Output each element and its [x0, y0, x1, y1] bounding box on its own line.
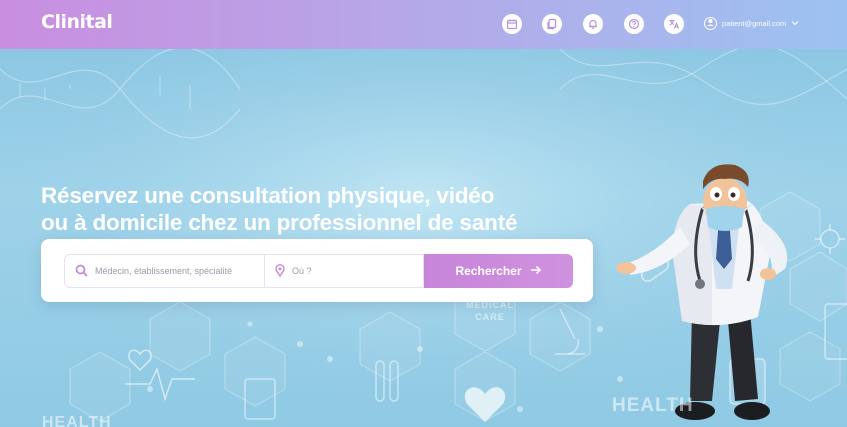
user-email: patient@gmail.com — [722, 18, 787, 28]
user-menu[interactable]: patient@gmail.com — [704, 15, 799, 31]
headline-line-1: Réservez une consultation physique, vidé… — [41, 183, 495, 208]
search-icon — [75, 264, 88, 279]
arrow-right-icon — [530, 264, 542, 278]
hero-headline: Réservez une consultation physique, vidé… — [41, 182, 621, 236]
hero-background: MEDICAL CARE HEALTH HEALTH — [0, 49, 847, 427]
translate-icon[interactable] — [664, 14, 684, 34]
chevron-down-icon — [791, 19, 799, 28]
top-navbar: Clinital patient@gmail.com — [0, 0, 847, 49]
health-decoration-right: HEALTH — [612, 395, 694, 416]
documents-icon[interactable] — [542, 14, 562, 34]
calendar-icon[interactable] — [502, 14, 522, 34]
avatar — [704, 16, 717, 30]
brand-logo[interactable]: Clinital — [41, 11, 113, 33]
search-card: Médecin, établissement, spécialité Où ? … — [41, 239, 593, 302]
search-button[interactable]: Rechercher — [424, 254, 573, 288]
help-icon[interactable] — [624, 14, 644, 34]
search-button-label: Rechercher — [455, 264, 522, 278]
search-what-field[interactable]: Médecin, établissement, spécialité — [64, 254, 265, 288]
headline-line-2: ou à domicile chez un professionnel de s… — [41, 210, 518, 235]
bell-icon[interactable] — [583, 14, 603, 34]
search-what-placeholder: Médecin, établissement, spécialité — [95, 266, 233, 276]
search-where-placeholder: Où ? — [292, 266, 312, 276]
health-decoration-left: HEALTH — [42, 414, 112, 427]
search-where-field[interactable]: Où ? — [264, 254, 424, 288]
location-pin-icon — [275, 263, 285, 279]
hero-decoration — [0, 49, 847, 427]
medical-care-decoration: MEDICAL CARE — [466, 300, 514, 322]
